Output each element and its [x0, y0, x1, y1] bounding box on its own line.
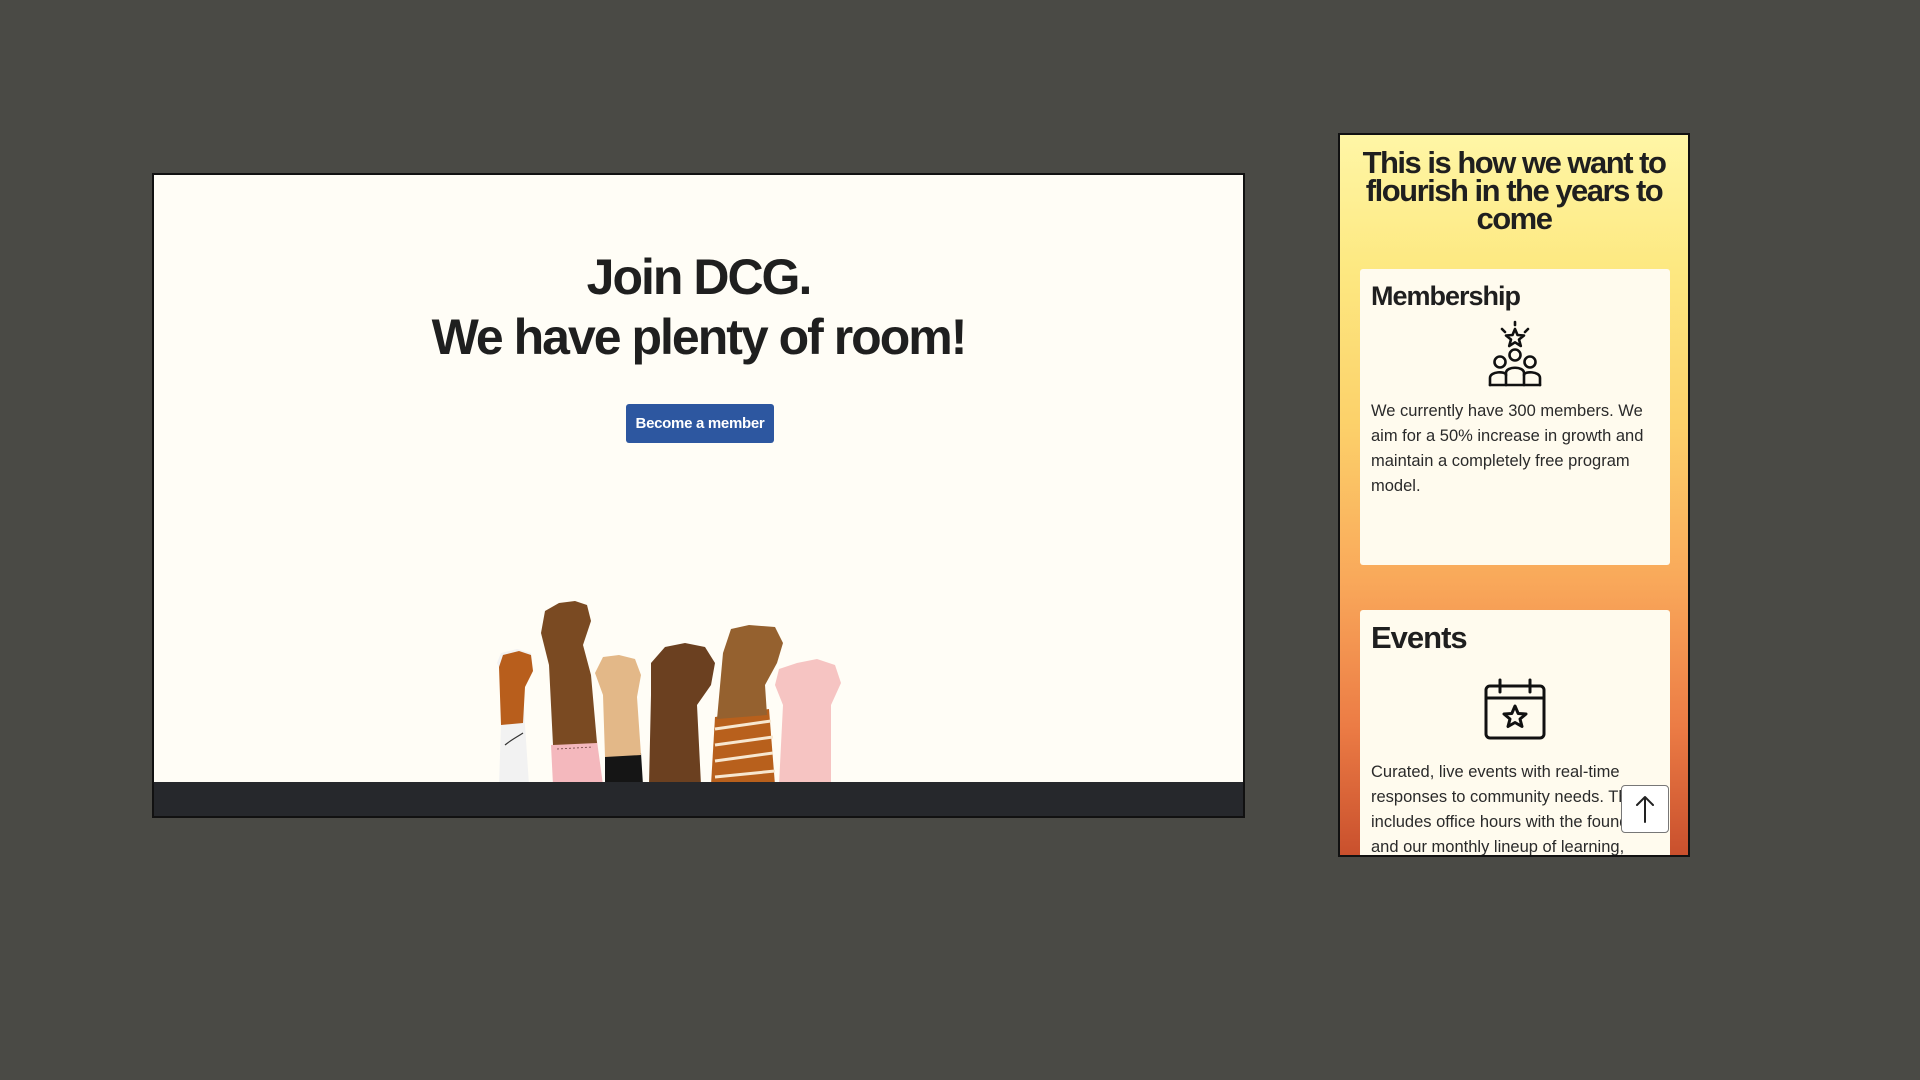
raised-fists-illustration — [497, 601, 841, 785]
events-card-text: Curated, live events with real-time resp… — [1371, 763, 1652, 856]
fist-5 — [711, 625, 783, 785]
mobile-heading: This is how we want to flourish in the y… — [1362, 145, 1667, 236]
calendar-star-icon — [1484, 678, 1546, 740]
footer-bar — [154, 782, 1243, 816]
hero-title-line1: Join DCG. — [586, 249, 813, 305]
fist-1 — [497, 649, 533, 785]
mobile-preview: This is how we want to flourish in the y… — [1338, 133, 1690, 857]
hero-title: Join DCG. We have plenty of room! — [154, 247, 1243, 367]
desktop-preview: Join DCG. We have plenty of room! Become… — [152, 173, 1245, 818]
become-member-button[interactable]: Become a member — [626, 404, 774, 443]
events-card-title: Events — [1371, 620, 1468, 655]
community-star-icon — [1488, 320, 1542, 387]
membership-card-title: Membership — [1371, 281, 1521, 311]
fist-4 — [649, 643, 715, 785]
fist-2 — [541, 601, 603, 785]
scroll-to-top-button[interactable] — [1621, 785, 1669, 833]
fist-3 — [595, 655, 643, 785]
membership-card: Membership We currently have 300 members… — [1360, 269, 1670, 565]
fist-6 — [775, 659, 841, 785]
arrow-up-icon — [1636, 796, 1654, 823]
hero-title-line2: We have plenty of room! — [431, 309, 968, 365]
membership-card-text: We currently have 300 members. We aim fo… — [1371, 402, 1644, 495]
